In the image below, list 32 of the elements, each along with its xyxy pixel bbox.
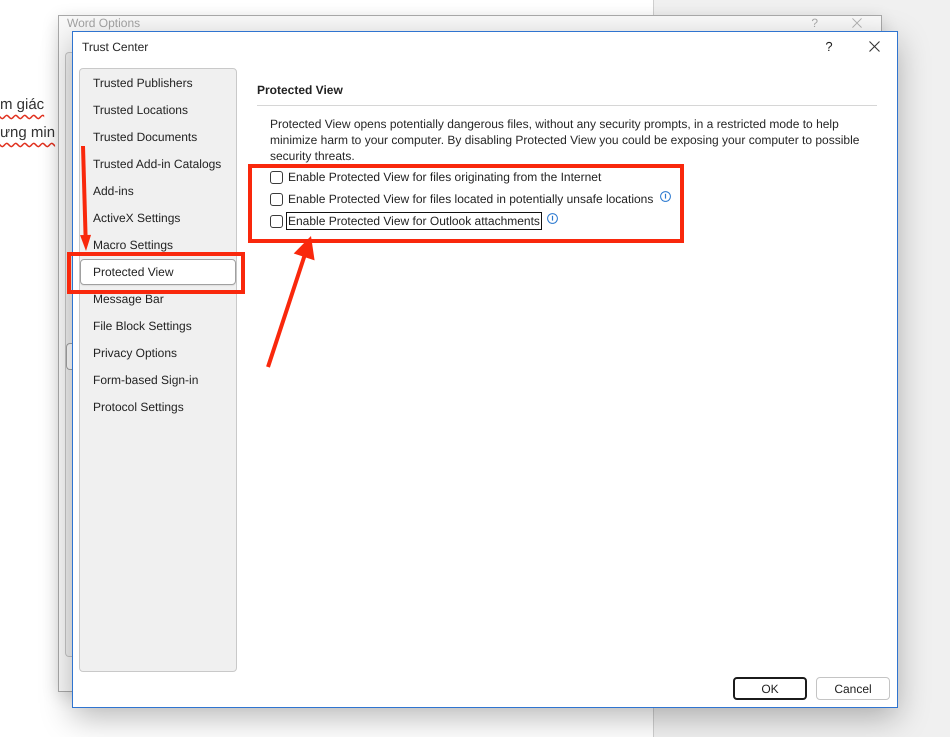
- sidebar-item[interactable]: Add-ins: [80, 178, 236, 204]
- checkbox[interactable]: [270, 192, 283, 206]
- option-label[interactable]: Enable Protected View for files located in potentially unsafe locations: [286, 190, 656, 208]
- sidebar-item[interactable]: Protocol Settings: [80, 394, 236, 420]
- document-text: ưng min: [0, 123, 56, 143]
- sidebar-item[interactable]: Trusted Publishers: [80, 70, 236, 96]
- window-title: Trust Center: [82, 38, 148, 56]
- dialog-button[interactable]: OK: [733, 677, 807, 700]
- option-label[interactable]: Enable Protected View for Outlook attachments: [286, 212, 542, 230]
- sidebar-item[interactable]: File Block Settings: [80, 313, 236, 339]
- sidebar-item[interactable]: Trusted Documents: [80, 124, 236, 150]
- sidebar-item[interactable]: Message Bar: [80, 286, 236, 312]
- checkbox[interactable]: [270, 214, 283, 228]
- sidebar-item[interactable]: Trusted Locations: [80, 97, 236, 123]
- description-text: Protected View opens potentially dangerous files, without any security prompts, in a restricted mode to help minimize harm to your computer. By disabling Protected View you could be exposing your computer to possible security threats.: [270, 116, 860, 164]
- sidebar-item[interactable]: Macro Settings: [80, 232, 236, 258]
- option-label[interactable]: Enable Protected View for files originating from the Internet: [286, 168, 604, 186]
- sidebar-item[interactable]: ActiveX Settings: [80, 205, 236, 231]
- help-button[interactable]: ?: [815, 32, 843, 60]
- checkbox[interactable]: [270, 170, 283, 184]
- sidebar-item[interactable]: Privacy Options: [80, 340, 236, 366]
- section-heading: Protected View: [257, 82, 343, 98]
- info-icon[interactable]: [546, 212, 558, 224]
- sidebar-item[interactable]: Trusted Add-in Catalogs: [80, 151, 236, 177]
- info-icon[interactable]: [660, 190, 672, 202]
- close-icon: [868, 41, 880, 52]
- window-title: Word Options: [67, 16, 140, 30]
- sidebar-item[interactable]: Protected View: [80, 259, 236, 285]
- close-icon: [852, 18, 862, 28]
- document-text: m giác: [0, 95, 44, 115]
- dialog-button[interactable]: Cancel: [816, 677, 890, 700]
- sidebar-item[interactable]: Form-based Sign-in: [80, 367, 236, 393]
